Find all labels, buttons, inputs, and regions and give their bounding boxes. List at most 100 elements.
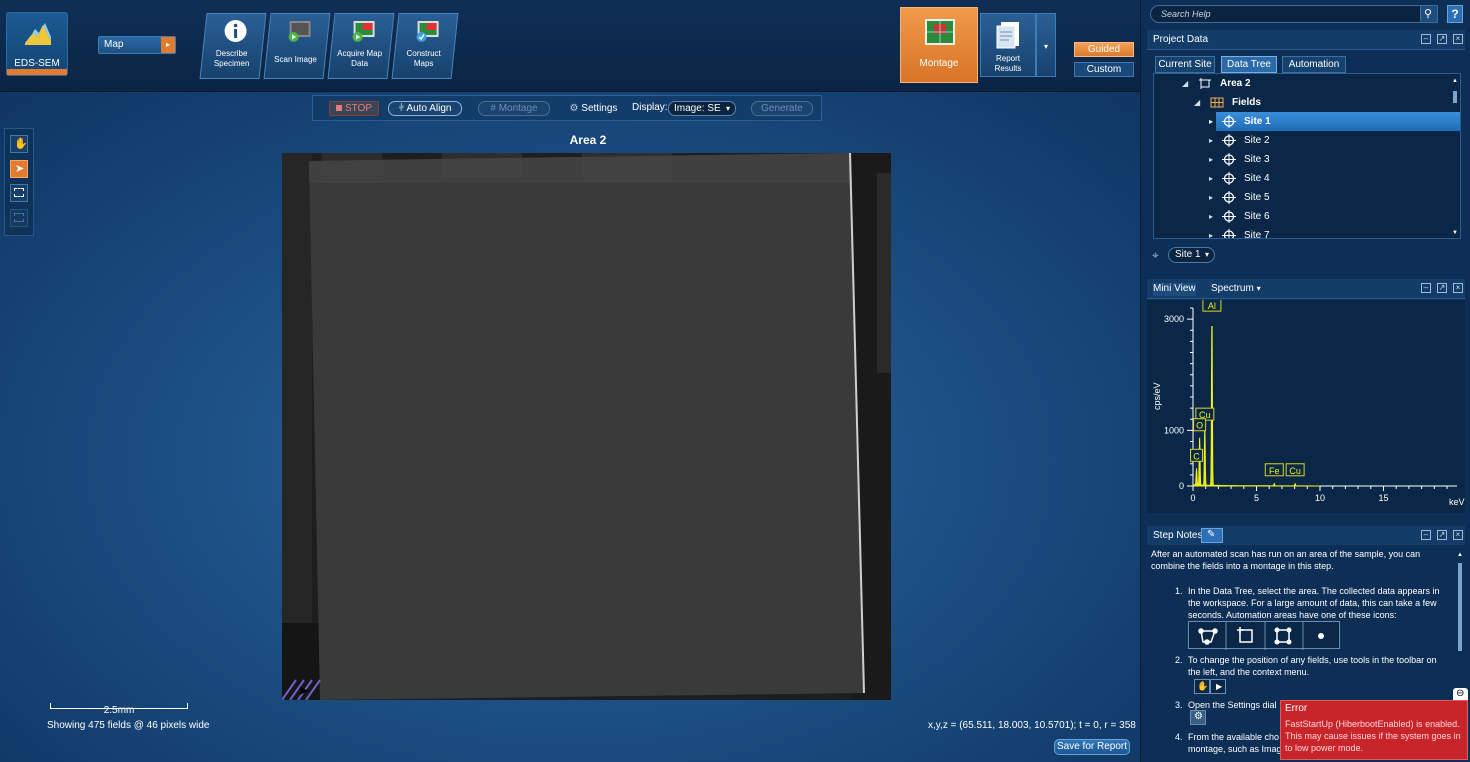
- step-notes-header: Step Notes ✎ – ↗ ×: [1147, 526, 1465, 546]
- display-label: Display:: [632, 102, 668, 113]
- tool-palette: ✋ ➤: [4, 128, 34, 236]
- chevron-down-icon: ▾: [1256, 284, 1261, 293]
- guided-mode-button[interactable]: Guided: [1074, 42, 1134, 57]
- grid-icon: #: [490, 103, 499, 114]
- edit-icon: ✎: [1207, 529, 1216, 540]
- tree-scrollbar[interactable]: ▲ ▼: [1452, 78, 1458, 236]
- pointer-icon: ➤: [15, 163, 25, 175]
- project-data-title: Project Data: [1153, 34, 1209, 45]
- popout-icon[interactable]: ↗: [1437, 530, 1447, 540]
- step-scan-image[interactable]: Scan Image: [263, 13, 331, 79]
- tree-item-area-2[interactable]: ◢ Area 2: [1154, 74, 1460, 93]
- note-text: To change the position of any fields, us…: [1188, 655, 1437, 677]
- tree-item-site-5[interactable]: ▸ Site 5: [1154, 188, 1460, 207]
- select-tool-button[interactable]: ➤: [10, 160, 28, 178]
- report-results-button[interactable]: Report Results: [980, 13, 1036, 77]
- tree-item-fields[interactable]: ◢ Fields: [1154, 93, 1460, 112]
- peak-label-fe[interactable]: Fe: [1264, 463, 1284, 477]
- spectrum-select[interactable]: Spectrum ▾: [1211, 283, 1261, 294]
- save-for-report-button[interactable]: Save for Report: [1054, 739, 1130, 755]
- minimize-icon[interactable]: –: [1421, 34, 1431, 44]
- tree-item-site-1[interactable]: Site 1: [1216, 112, 1460, 131]
- chevron-right-icon: ▸: [1209, 136, 1214, 145]
- step-acquire-map-data[interactable]: Acquire Map Data: [327, 13, 395, 79]
- sem-montage-image[interactable]: ➤: [282, 153, 891, 700]
- crosshair-icon: [1222, 134, 1236, 147]
- spectrum-chart[interactable]: cps/eV keV 0 1000 3000 0 5 10 15 Al Cu O C Fe Cu: [1147, 298, 1465, 513]
- pointer-icon: ▶: [1210, 679, 1226, 694]
- close-icon[interactable]: ×: [1453, 34, 1463, 44]
- chevron-down-icon: ▾: [1043, 42, 1048, 51]
- mouse-cursor-icon: ➤: [298, 683, 309, 698]
- acquire-map-icon: [352, 21, 375, 42]
- settings-button[interactable]: ⚙ Settings: [566, 102, 621, 117]
- y-tick-label: 0: [1179, 481, 1184, 491]
- note-text: In the Data Tree, select the area. The c…: [1188, 586, 1440, 620]
- edit-notes-button[interactable]: ✎: [1201, 528, 1223, 543]
- report-icon: [996, 22, 1019, 49]
- error-notification[interactable]: Error FastStartUp (HiberbootEnabled) is …: [1280, 700, 1468, 760]
- tree-item-site-3[interactable]: ▸ Site 3: [1154, 150, 1460, 169]
- scale-bar-label: 2.5mm: [103, 705, 135, 716]
- step-label: Describe Specimen: [213, 49, 250, 68]
- peak-label-c[interactable]: C: [1190, 448, 1204, 462]
- action-bar: STOP ⫩ Auto Align # Montage ⚙ Settings D…: [312, 95, 822, 121]
- x-tick-label: 15: [1378, 493, 1388, 503]
- popout-icon[interactable]: ↗: [1437, 34, 1447, 44]
- x-axis-label: keV: [1449, 497, 1465, 507]
- svg-text:O: O: [1196, 421, 1203, 431]
- site-select[interactable]: Site 1 ▾: [1168, 247, 1215, 263]
- app-menu-button[interactable]: EDS-SEM: [6, 12, 68, 76]
- tree-label: Site 2: [1244, 135, 1270, 146]
- minimize-icon[interactable]: –: [1421, 283, 1431, 293]
- info-icon: [224, 20, 247, 42]
- crosshair-icon: [1222, 153, 1236, 166]
- search-button[interactable]: ⚲: [1420, 5, 1438, 23]
- stop-button[interactable]: STOP: [329, 101, 379, 116]
- tree-item-site-7[interactable]: ▸ Site 7: [1154, 226, 1460, 238]
- step-describe-specimen[interactable]: Describe Specimen: [199, 13, 267, 79]
- svg-text:Al: Al: [1208, 301, 1216, 311]
- display-select[interactable]: Image: SE ▾: [668, 101, 736, 116]
- step-label: Scan Image: [274, 55, 317, 64]
- popout-icon[interactable]: ↗: [1437, 283, 1447, 293]
- peak-label-cu[interactable]: Cu: [1285, 463, 1305, 477]
- display-select-value: Image: SE: [674, 103, 721, 114]
- crosshair-icon: [1222, 229, 1236, 238]
- mode-select[interactable]: Map ▸: [98, 36, 176, 54]
- tree-item-site-2[interactable]: ▸ Site 2: [1154, 131, 1460, 150]
- tab-data-tree[interactable]: Data Tree: [1221, 56, 1277, 73]
- montage-icon: [925, 19, 955, 45]
- tab-automation[interactable]: Automation: [1282, 56, 1346, 73]
- minimize-icon[interactable]: –: [1421, 530, 1431, 540]
- custom-mode-button[interactable]: Custom: [1074, 62, 1134, 77]
- mini-view-tab[interactable]: Mini View: [1153, 283, 1196, 296]
- tree-item-site-4[interactable]: ▸ Site 4: [1154, 169, 1460, 188]
- fields-info: Showing 475 fields @ 46 pixels wide: [47, 720, 210, 731]
- auto-align-button[interactable]: ⫩ Auto Align: [388, 101, 462, 116]
- close-icon[interactable]: ×: [1453, 530, 1463, 540]
- peak-label-al[interactable]: Al: [1202, 298, 1222, 312]
- zoom-region-button[interactable]: [10, 209, 28, 227]
- tree-item-site-6[interactable]: ▸ Site 6: [1154, 207, 1460, 226]
- tab-current-site[interactable]: Current Site: [1155, 56, 1215, 73]
- pan-tool-button[interactable]: ✋: [10, 135, 28, 153]
- tree-label: Area 2: [1220, 78, 1251, 89]
- montage-button[interactable]: # Montage: [478, 101, 550, 116]
- montage-step-label: Montage: [919, 58, 959, 69]
- close-icon[interactable]: ×: [1453, 283, 1463, 293]
- rectangle-select-button[interactable]: [10, 184, 28, 202]
- step-notes-title: Step Notes: [1153, 530, 1203, 541]
- search-help-input[interactable]: Search Help: [1150, 5, 1438, 23]
- chevron-down-icon: ◢: [1194, 98, 1201, 107]
- montage-step-button[interactable]: Montage: [900, 7, 978, 83]
- project-data-header: Project Data – ↗ ×: [1147, 30, 1465, 50]
- step-construct-maps[interactable]: Construct Maps: [391, 13, 459, 79]
- help-button[interactable]: ?: [1447, 5, 1463, 23]
- tree-label: Site 1: [1244, 116, 1271, 127]
- report-dropdown-button[interactable]: ▾: [1036, 13, 1056, 77]
- generate-button[interactable]: Generate: [751, 101, 813, 116]
- stage-coordinates: x,y,z = (65.511, 18.003, 10.5701); t = 0…: [928, 720, 1136, 731]
- peak-label-o[interactable]: O: [1193, 418, 1207, 432]
- chevron-down-icon: ◢: [1182, 79, 1189, 88]
